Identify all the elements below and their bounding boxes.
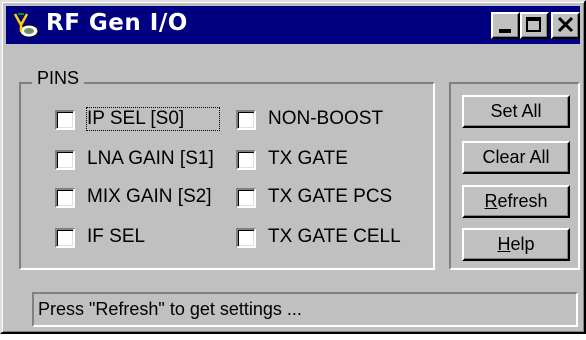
checkbox-label: LNA GAIN [S1] bbox=[87, 148, 214, 169]
help-button[interactable]: Help bbox=[462, 228, 570, 261]
checkbox-box[interactable] bbox=[55, 188, 75, 208]
status-bar: Press "Refresh" to get settings ... bbox=[32, 292, 578, 327]
checkbox-box[interactable] bbox=[236, 150, 256, 170]
rf-gen-io-window: RF Gen I/O PINS IP SEL [S0] LNA GAIN [S1… bbox=[0, 0, 586, 334]
checkbox-box[interactable] bbox=[55, 228, 75, 248]
checkbox-label: MIX GAIN [S2] bbox=[87, 186, 212, 207]
checkbox-box[interactable] bbox=[55, 110, 75, 130]
checkbox-label: TX GATE PCS bbox=[268, 186, 393, 207]
checkbox-mix-gain[interactable]: MIX GAIN [S2] bbox=[55, 186, 221, 212]
set-all-button[interactable]: Set All bbox=[462, 95, 570, 128]
checkbox-if-sel[interactable]: IF SEL bbox=[55, 226, 221, 252]
checkbox-box[interactable] bbox=[55, 150, 75, 170]
minimize-icon bbox=[499, 29, 511, 33]
checkbox-box[interactable] bbox=[236, 110, 256, 130]
minimize-button[interactable] bbox=[491, 12, 520, 39]
maximize-button[interactable] bbox=[520, 12, 549, 39]
window-title: RF Gen I/O bbox=[46, 10, 188, 36]
checkbox-ip-sel[interactable]: IP SEL [S0] bbox=[55, 107, 221, 134]
close-icon bbox=[557, 16, 574, 33]
checkbox-label: NON-BOOST bbox=[268, 108, 384, 129]
checkbox-lna-gain[interactable]: LNA GAIN [S1] bbox=[55, 148, 221, 174]
checkbox-box[interactable] bbox=[236, 228, 256, 248]
checkbox-non-boost[interactable]: NON-BOOST bbox=[236, 108, 426, 134]
checkbox-label: TX GATE CELL bbox=[268, 226, 401, 247]
close-button[interactable] bbox=[551, 12, 580, 39]
checkbox-tx-gate[interactable]: TX GATE bbox=[236, 148, 426, 174]
checkbox-box[interactable] bbox=[236, 188, 256, 208]
pins-group-label: PINS bbox=[32, 68, 85, 89]
checkbox-tx-gate-cell[interactable]: TX GATE CELL bbox=[236, 226, 426, 252]
maximize-icon bbox=[526, 17, 541, 32]
title-bar[interactable]: RF Gen I/O bbox=[6, 6, 580, 44]
refresh-button[interactable]: Refresh bbox=[462, 185, 570, 218]
clear-all-button[interactable]: Clear All bbox=[462, 141, 570, 174]
checkbox-label: IP SEL [S0] bbox=[86, 107, 220, 131]
checkbox-label: TX GATE bbox=[268, 148, 348, 169]
checkbox-label: IF SEL bbox=[87, 226, 146, 247]
rf-generator-icon bbox=[13, 13, 39, 38]
checkbox-tx-gate-pcs[interactable]: TX GATE PCS bbox=[236, 186, 426, 212]
